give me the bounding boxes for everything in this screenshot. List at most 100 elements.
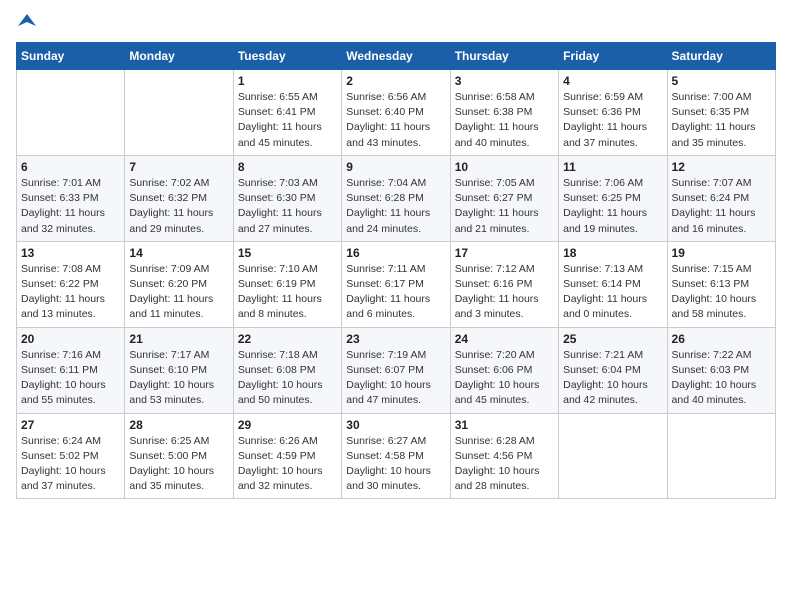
day-cell-16: 16 Sunrise: 7:11 AMSunset: 6:17 PMDayligh… — [342, 241, 450, 327]
day-number: 12 — [672, 160, 771, 174]
day-number: 30 — [346, 418, 445, 432]
day-info: Sunrise: 7:07 AMSunset: 6:24 PMDaylight:… — [672, 176, 771, 237]
day-cell-11: 11 Sunrise: 7:06 AMSunset: 6:25 PMDayligh… — [559, 155, 667, 241]
day-info: Sunrise: 7:12 AMSunset: 6:16 PMDaylight:… — [455, 262, 554, 323]
day-cell-4: 4Sunrise: 6:59 AMSunset: 6:36 PMDaylight… — [559, 70, 667, 156]
day-number: 23 — [346, 332, 445, 346]
day-number: 19 — [672, 246, 771, 260]
day-cell-1: 1Sunrise: 6:55 AMSunset: 6:41 PMDaylight… — [233, 70, 341, 156]
day-cell-14: 14Sunrise: 7:09 AMSunset: 6:20 PMDayligh… — [125, 241, 233, 327]
day-info: Sunrise: 7:22 AMSunset: 6:03 PMDaylight:… — [672, 348, 771, 409]
weekday-header-row: SundayMondayTuesdayWednesdayThursdayFrid… — [17, 43, 776, 70]
day-info: Sunrise: 7:10 AMSunset: 6:19 PMDaylight:… — [238, 262, 337, 323]
day-cell-3: 3 Sunrise: 6:58 AMSunset: 6:38 PMDaylight… — [450, 70, 558, 156]
day-number: 3 — [455, 74, 554, 88]
day-number: 16 — [346, 246, 445, 260]
calendar: SundayMondayTuesdayWednesdayThursdayFrid… — [16, 42, 776, 499]
day-cell-30: 30 Sunrise: 6:27 AMSunset: 4:58 PMDayligh… — [342, 413, 450, 499]
day-number: 18 — [563, 246, 662, 260]
day-info: Sunrise: 6:27 AMSunset: 4:58 PMDaylight:… — [346, 434, 445, 495]
day-cell-25: 25 Sunrise: 7:21 AMSunset: 6:04 PMDayligh… — [559, 327, 667, 413]
logo-bird-icon — [18, 12, 36, 30]
day-info: Sunrise: 7:08 AMSunset: 6:22 PMDaylight:… — [21, 262, 120, 323]
day-info: Sunrise: 6:26 AMSunset: 4:59 PMDaylight:… — [238, 434, 337, 495]
day-number: 2 — [346, 74, 445, 88]
day-info: Sunrise: 6:28 AMSunset: 4:56 PMDaylight:… — [455, 434, 554, 495]
header — [16, 16, 776, 30]
day-cell-9: 9 Sunrise: 7:04 AMSunset: 6:28 PMDaylight… — [342, 155, 450, 241]
day-cell-29: 29 Sunrise: 6:26 AMSunset: 4:59 PMDayligh… — [233, 413, 341, 499]
day-info: Sunrise: 7:04 AMSunset: 6:28 PMDaylight:… — [346, 176, 445, 237]
weekday-header-friday: Friday — [559, 43, 667, 70]
day-cell-20: 20 Sunrise: 7:16 AMSunset: 6:11 PMDayligh… — [17, 327, 125, 413]
weekday-header-wednesday: Wednesday — [342, 43, 450, 70]
day-info: Sunrise: 7:11 AMSunset: 6:17 PMDaylight:… — [346, 262, 445, 323]
weekday-header-tuesday: Tuesday — [233, 43, 341, 70]
day-info: Sunrise: 6:25 AMSunset: 5:00 PMDaylight:… — [129, 434, 228, 495]
day-number: 11 — [563, 160, 662, 174]
day-info: Sunrise: 7:18 AMSunset: 6:08 PMDaylight:… — [238, 348, 337, 409]
day-cell-8: 8 Sunrise: 7:03 AMSunset: 6:30 PMDaylight… — [233, 155, 341, 241]
empty-cell — [125, 70, 233, 156]
day-info: Sunrise: 6:24 AMSunset: 5:02 PMDaylight:… — [21, 434, 120, 495]
day-cell-12: 12 Sunrise: 7:07 AMSunset: 6:24 PMDayligh… — [667, 155, 775, 241]
day-cell-5: 5Sunrise: 7:00 AMSunset: 6:35 PMDaylight… — [667, 70, 775, 156]
weekday-header-thursday: Thursday — [450, 43, 558, 70]
day-cell-13: 13 Sunrise: 7:08 AMSunset: 6:22 PMDayligh… — [17, 241, 125, 327]
day-info: Sunrise: 7:16 AMSunset: 6:11 PMDaylight:… — [21, 348, 120, 409]
logo — [16, 16, 36, 30]
day-cell-27: 27 Sunrise: 6:24 AMSunset: 5:02 PMDayligh… — [17, 413, 125, 499]
day-info: Sunrise: 7:21 AMSunset: 6:04 PMDaylight:… — [563, 348, 662, 409]
day-number: 15 — [238, 246, 337, 260]
day-info: Sunrise: 7:19 AMSunset: 6:07 PMDaylight:… — [346, 348, 445, 409]
weekday-header-saturday: Saturday — [667, 43, 775, 70]
day-info: Sunrise: 7:02 AMSunset: 6:32 PMDaylight:… — [129, 176, 228, 237]
day-info: Sunrise: 7:06 AMSunset: 6:25 PMDaylight:… — [563, 176, 662, 237]
day-info: Sunrise: 7:01 AMSunset: 6:33 PMDaylight:… — [21, 176, 120, 237]
weekday-header-sunday: Sunday — [17, 43, 125, 70]
day-info: Sunrise: 7:20 AMSunset: 6:06 PMDaylight:… — [455, 348, 554, 409]
day-number: 31 — [455, 418, 554, 432]
day-number: 28 — [129, 418, 228, 432]
day-info: Sunrise: 7:17 AMSunset: 6:10 PMDaylight:… — [129, 348, 228, 409]
day-cell-17: 17Sunrise: 7:12 AMSunset: 6:16 PMDayligh… — [450, 241, 558, 327]
week-row-3: 13 Sunrise: 7:08 AMSunset: 6:22 PMDayligh… — [17, 241, 776, 327]
day-cell-6: 6 Sunrise: 7:01 AMSunset: 6:33 PMDaylight… — [17, 155, 125, 241]
day-number: 9 — [346, 160, 445, 174]
day-info: Sunrise: 6:56 AMSunset: 6:40 PMDaylight:… — [346, 90, 445, 151]
day-cell-15: 15 Sunrise: 7:10 AMSunset: 6:19 PMDayligh… — [233, 241, 341, 327]
empty-cell — [667, 413, 775, 499]
day-number: 1 — [238, 74, 337, 88]
day-number: 26 — [672, 332, 771, 346]
day-number: 13 — [21, 246, 120, 260]
week-row-4: 20 Sunrise: 7:16 AMSunset: 6:11 PMDayligh… — [17, 327, 776, 413]
day-number: 25 — [563, 332, 662, 346]
day-info: Sunrise: 7:09 AMSunset: 6:20 PMDaylight:… — [129, 262, 228, 323]
day-cell-23: 23 Sunrise: 7:19 AMSunset: 6:07 PMDayligh… — [342, 327, 450, 413]
day-number: 20 — [21, 332, 120, 346]
day-info: Sunrise: 7:05 AMSunset: 6:27 PMDaylight:… — [455, 176, 554, 237]
day-cell-24: 24 Sunrise: 7:20 AMSunset: 6:06 PMDayligh… — [450, 327, 558, 413]
day-number: 22 — [238, 332, 337, 346]
day-cell-22: 22 Sunrise: 7:18 AMSunset: 6:08 PMDayligh… — [233, 327, 341, 413]
day-info: Sunrise: 7:03 AMSunset: 6:30 PMDaylight:… — [238, 176, 337, 237]
weekday-header-monday: Monday — [125, 43, 233, 70]
day-number: 6 — [21, 160, 120, 174]
day-number: 4 — [563, 74, 662, 88]
empty-cell — [17, 70, 125, 156]
day-number: 21 — [129, 332, 228, 346]
day-number: 27 — [21, 418, 120, 432]
day-info: Sunrise: 7:13 AMSunset: 6:14 PMDaylight:… — [563, 262, 662, 323]
day-cell-18: 18 Sunrise: 7:13 AMSunset: 6:14 PMDayligh… — [559, 241, 667, 327]
day-number: 24 — [455, 332, 554, 346]
day-number: 8 — [238, 160, 337, 174]
day-info: Sunrise: 7:00 AMSunset: 6:35 PMDaylight:… — [672, 90, 771, 151]
day-cell-19: 19 Sunrise: 7:15 AMSunset: 6:13 PMDayligh… — [667, 241, 775, 327]
empty-cell — [559, 413, 667, 499]
day-cell-7: 7Sunrise: 7:02 AMSunset: 6:32 PMDaylight… — [125, 155, 233, 241]
day-info: Sunrise: 6:58 AMSunset: 6:38 PMDaylight:… — [455, 90, 554, 151]
day-info: Sunrise: 7:15 AMSunset: 6:13 PMDaylight:… — [672, 262, 771, 323]
day-number: 29 — [238, 418, 337, 432]
day-cell-31: 31 Sunrise: 6:28 AMSunset: 4:56 PMDayligh… — [450, 413, 558, 499]
day-cell-26: 26 Sunrise: 7:22 AMSunset: 6:03 PMDayligh… — [667, 327, 775, 413]
